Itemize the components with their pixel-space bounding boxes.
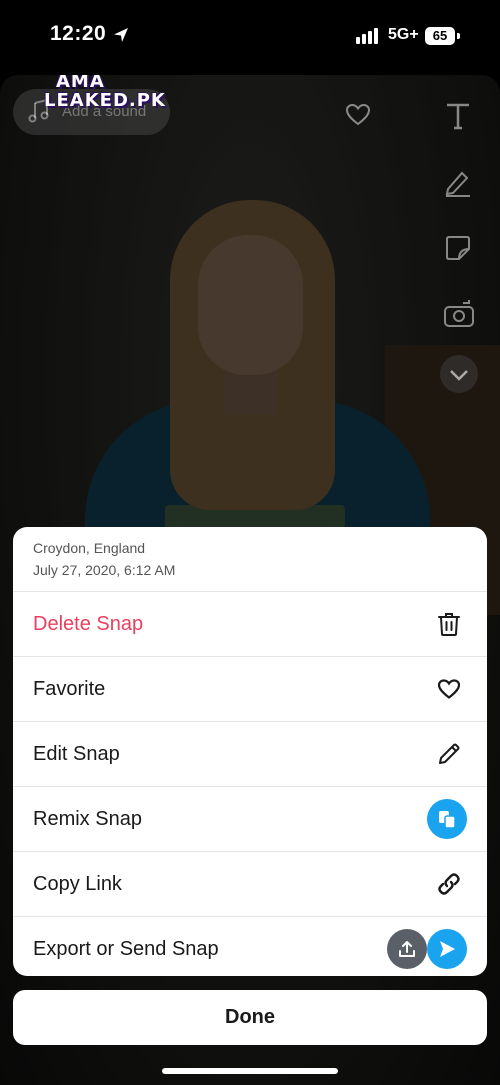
snap-metadata: Croydon, England July 27, 2020, 6:12 AM [13,527,487,592]
sticker-icon[interactable] [443,233,473,263]
remix-icon [427,799,467,839]
clock: 12:20 [50,22,107,45]
export-send-snap-label: Export or Send Snap [33,938,219,960]
pencil-icon [435,740,463,768]
done-button[interactable]: Done [13,990,487,1045]
remix-snap-button[interactable]: Remix Snap [13,787,487,852]
watermark: AMA LEAKED.PK [44,75,166,110]
home-indicator [162,1068,338,1074]
battery-icon: 65 [425,27,455,45]
snap-location: Croydon, England [33,540,146,556]
delete-snap-label: Delete Snap [33,613,144,635]
signal-bars-icon [356,28,378,44]
watermark-line-2: LEAKED.PK [44,90,166,111]
copy-link-button[interactable]: Copy Link [13,852,487,917]
more-tools-button[interactable] [440,355,478,393]
location-arrow-icon [114,28,128,42]
text-icon[interactable] [443,101,473,131]
watermark-line-1: AMA [56,75,105,92]
remix-snap-label: Remix Snap [33,808,142,830]
delete-snap-button[interactable]: Delete Snap [13,592,487,657]
snap-date: July 27, 2020, 6:12 AM [33,562,176,578]
favorite-button[interactable]: Favorite [13,657,487,722]
snap-action-sheet: Croydon, England July 27, 2020, 6:12 AM … [13,527,487,976]
edit-snap-label: Edit Snap [33,743,120,765]
heart-icon [435,675,463,703]
copy-link-label: Copy Link [33,873,122,895]
status-bar: 12:20 5G+ 65 [0,0,500,75]
send-icon[interactable] [427,929,467,969]
heart-icon[interactable] [345,103,371,127]
favorite-label: Favorite [33,678,106,700]
camera-flip-icon[interactable] [443,299,475,329]
export-icon[interactable] [387,929,427,969]
edit-snap-button[interactable]: Edit Snap [13,722,487,787]
export-send-snap-button[interactable]: Export or Send Snap [13,917,487,976]
trash-icon [435,610,463,638]
chevron-down-icon [450,370,468,381]
link-icon [435,870,463,898]
battery-tip [457,33,460,39]
network-type: 5G+ [388,26,419,43]
pencil-icon[interactable] [443,167,473,197]
